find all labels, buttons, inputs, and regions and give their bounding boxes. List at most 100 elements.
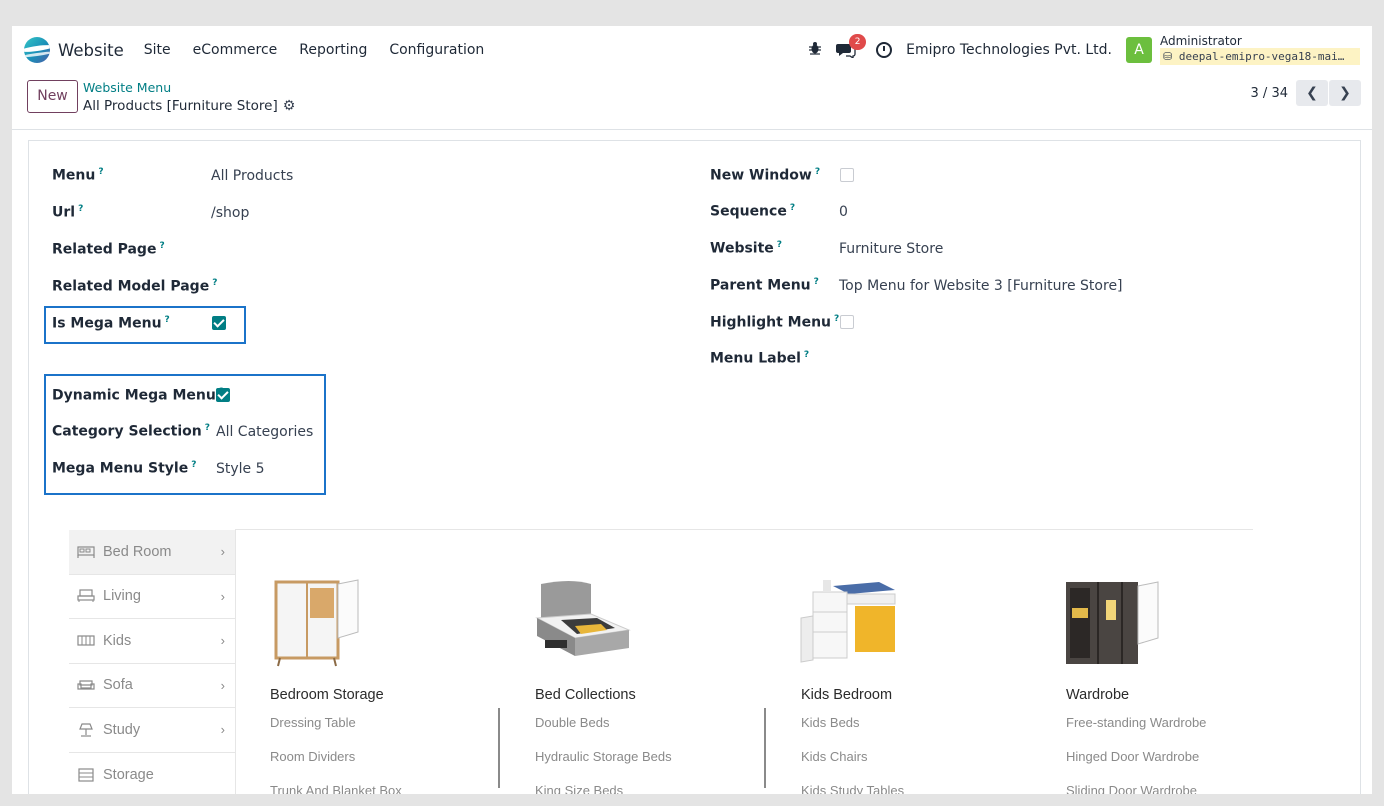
chevron-right-icon: › xyxy=(220,588,225,604)
wardrobe-image xyxy=(1066,581,1159,664)
category-selection-select[interactable]: All Categories xyxy=(216,424,313,440)
preview-column-title: Bedroom Storage xyxy=(270,687,384,703)
new-window-checkbox[interactable] xyxy=(840,168,854,182)
preview-category-sidebar: Bed Room › Living › Kids › Sofa › Study … xyxy=(69,530,235,794)
help-tooltip-icon[interactable]: ? xyxy=(834,314,839,324)
website-logo-icon xyxy=(24,37,50,63)
preview-link: Kids Chairs xyxy=(801,749,868,764)
pager-value[interactable]: 3 / 34 xyxy=(1251,86,1288,101)
record-title: All Products [Furniture Store] xyxy=(83,98,278,114)
navbar-systray: 2 Emipro Technologies Pvt. Ltd. A Admini… xyxy=(808,26,1372,74)
url-input[interactable]: /shop xyxy=(211,205,249,221)
field-label-sequence: Sequence? xyxy=(710,203,796,220)
chevron-right-icon: › xyxy=(220,677,225,693)
user-avatar[interactable]: A xyxy=(1126,37,1152,63)
preview-link: Hinged Door Wardrobe xyxy=(1066,749,1200,764)
preview-category-study: Study › xyxy=(69,708,235,753)
menu-input[interactable]: All Products xyxy=(211,168,293,184)
app-brand[interactable]: Website xyxy=(24,37,124,63)
field-label-parent-menu: Parent Menu? xyxy=(710,277,819,294)
preview-category-storage: Storage xyxy=(69,753,235,795)
mega-menu-style-select[interactable]: Style 5 xyxy=(216,461,265,477)
lamp-icon xyxy=(79,723,93,737)
pager-previous-button[interactable]: ❮ xyxy=(1296,80,1328,106)
bedroom-storage-image xyxy=(274,579,359,667)
preview-category-kids: Kids › xyxy=(69,619,235,664)
bed-image xyxy=(535,581,631,656)
preview-subcategory-panel: Bedroom Storage Dressing Table Room Divi… xyxy=(235,529,1253,794)
mega-menu-preview: Bed Room › Living › Kids › Sofa › Study … xyxy=(69,529,1253,794)
breadcrumb-parent-link[interactable]: Website Menu xyxy=(83,80,171,95)
help-tooltip-icon[interactable]: ? xyxy=(191,460,196,470)
related-model-page-input[interactable] xyxy=(211,279,511,297)
preview-column-wardrobe: Wardrobe Free-standing Wardrobe Hinged D… xyxy=(1042,578,1272,794)
field-label-related-page: Related Page? xyxy=(52,241,165,258)
website-select[interactable]: Furniture Store xyxy=(839,241,943,257)
sequence-input[interactable]: 0 xyxy=(839,204,848,220)
help-tooltip-icon[interactable]: ? xyxy=(165,315,170,325)
new-button[interactable]: New xyxy=(27,80,78,113)
help-tooltip-icon[interactable]: ? xyxy=(777,240,782,250)
field-label-website: Website? xyxy=(710,240,783,257)
field-label-is-mega-menu: Is Mega Menu? xyxy=(52,315,170,332)
help-tooltip-icon[interactable]: ? xyxy=(815,167,820,177)
preview-link: Hydraulic Storage Beds xyxy=(535,749,672,764)
preview-link: Free-standing Wardrobe xyxy=(1066,715,1207,730)
dynamic-mega-menu-checkbox[interactable] xyxy=(216,388,230,402)
help-tooltip-icon[interactable]: ? xyxy=(790,203,795,213)
menu-reporting[interactable]: Reporting xyxy=(299,42,367,58)
help-tooltip-icon[interactable]: ? xyxy=(205,423,210,433)
sofa-icon xyxy=(77,680,95,690)
control-panel: New Website Menu All Products [Furniture… xyxy=(12,74,1372,130)
is-mega-menu-checkbox[interactable] xyxy=(212,316,226,330)
field-label-highlight-menu: Highlight Menu? xyxy=(710,314,840,331)
menu-ecommerce[interactable]: eCommerce xyxy=(193,42,278,58)
menu-configuration[interactable]: Configuration xyxy=(389,42,484,58)
highlight-menu-checkbox[interactable] xyxy=(840,315,854,329)
company-switcher[interactable]: Emipro Technologies Pvt. Ltd. xyxy=(906,42,1112,58)
messages-button[interactable]: 2 xyxy=(836,34,867,58)
preview-link: Sliding Door Wardrobe xyxy=(1066,783,1198,794)
top-navbar: Website Site eCommerce Reporting Configu… xyxy=(12,26,1372,74)
help-tooltip-icon[interactable]: ? xyxy=(814,277,819,287)
main-menu: Site eCommerce Reporting Configuration xyxy=(144,42,507,58)
related-page-input[interactable] xyxy=(211,242,511,260)
help-tooltip-icon[interactable]: ? xyxy=(78,204,83,214)
preview-category-sofa: Sofa › xyxy=(69,664,235,708)
gear-icon[interactable]: ⚙ xyxy=(283,98,296,114)
bed-icon xyxy=(77,546,95,558)
chevron-right-icon: › xyxy=(220,722,225,737)
help-tooltip-icon[interactable]: ? xyxy=(98,167,103,177)
database-icon: ⛁ xyxy=(1163,50,1179,63)
database-name: ⛁ deepal-emipro-vega18-mai… xyxy=(1160,48,1360,65)
parent-menu-select[interactable]: Top Menu for Website 3 [Furniture Store] xyxy=(839,278,1123,294)
form-sheet: Menu? All Products Url? /shop Related Pa… xyxy=(28,140,1361,794)
preview-link: King Size Beds xyxy=(535,783,624,794)
preview-link: Room Dividers xyxy=(270,749,356,764)
help-tooltip-icon[interactable]: ? xyxy=(159,241,164,251)
field-label-new-window: New Window? xyxy=(710,167,821,184)
menu-site[interactable]: Site xyxy=(144,42,171,58)
preview-link: Kids Study Tables xyxy=(801,783,905,794)
preview-link: Double Beds xyxy=(535,715,610,730)
preview-column-divider xyxy=(498,708,500,788)
field-label-menu-label: Menu Label? xyxy=(710,350,810,367)
crib-icon xyxy=(77,635,95,646)
messages-count-badge: 2 xyxy=(849,34,867,50)
preview-link: Kids Beds xyxy=(801,715,860,730)
debug-bug-icon[interactable] xyxy=(808,41,822,59)
field-label-related-model-page: Related Model Page? xyxy=(52,278,218,295)
app-window: Website Site eCommerce Reporting Configu… xyxy=(12,26,1372,794)
menu-label-input[interactable] xyxy=(839,351,1139,369)
app-name: Website xyxy=(58,40,124,60)
help-tooltip-icon[interactable]: ? xyxy=(804,350,809,360)
preview-link: Dressing Table xyxy=(270,715,356,730)
pager-next-button[interactable]: ❯ xyxy=(1329,80,1361,106)
activity-clock-icon[interactable] xyxy=(876,42,893,58)
field-label-url: Url? xyxy=(52,204,84,221)
preview-column-bedroom-storage: Bedroom Storage Dressing Table Room Divi… xyxy=(246,578,476,794)
preview-column-kids-bedroom: Kids Bedroom Kids Beds Kids Chairs Kids … xyxy=(777,578,1007,794)
user-menu[interactable]: Administrator ⛁ deepal-emipro-vega18-mai… xyxy=(1160,35,1360,65)
breadcrumb-current: All Products [Furniture Store] ⚙ xyxy=(83,98,295,114)
field-label-mega-menu-style: Mega Menu Style? xyxy=(52,460,197,477)
